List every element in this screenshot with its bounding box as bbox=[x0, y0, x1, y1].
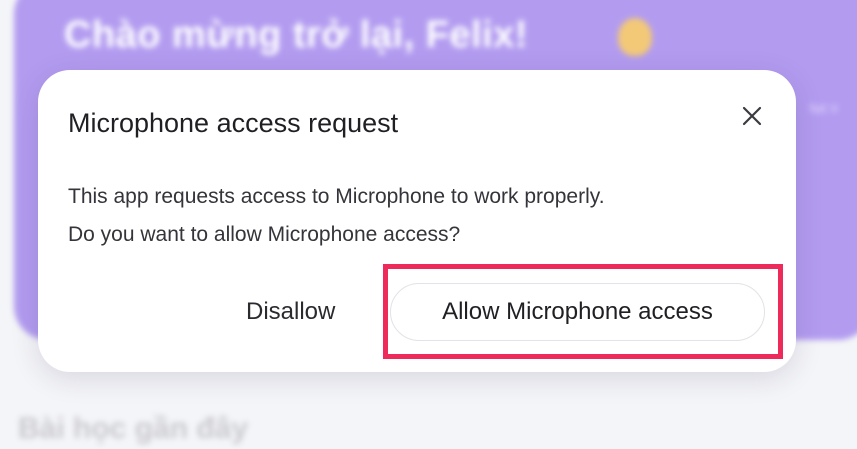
dialog-message: This app requests access to Microphone t… bbox=[68, 178, 768, 254]
welcome-greeting: Chào mừng trở lại, Felix! bbox=[64, 14, 528, 56]
close-button[interactable] bbox=[734, 98, 770, 134]
dialog-title: Microphone access request bbox=[68, 108, 399, 138]
banner-subtext: tục v bbox=[810, 100, 838, 115]
dialog-message-line-1: This app requests access to Microphone t… bbox=[68, 185, 605, 208]
disallow-button[interactable]: Disallow bbox=[234, 292, 347, 332]
microphone-permission-dialog: Microphone access request This app reque… bbox=[38, 70, 796, 372]
close-icon bbox=[742, 106, 762, 126]
allow-microphone-button[interactable]: Allow Microphone access bbox=[390, 283, 765, 341]
dialog-message-line-2: Do you want to allow Microphone access? bbox=[68, 223, 461, 246]
recent-lessons-heading: Bài học gần đây bbox=[18, 412, 249, 445]
waving-hand-icon bbox=[618, 18, 652, 56]
